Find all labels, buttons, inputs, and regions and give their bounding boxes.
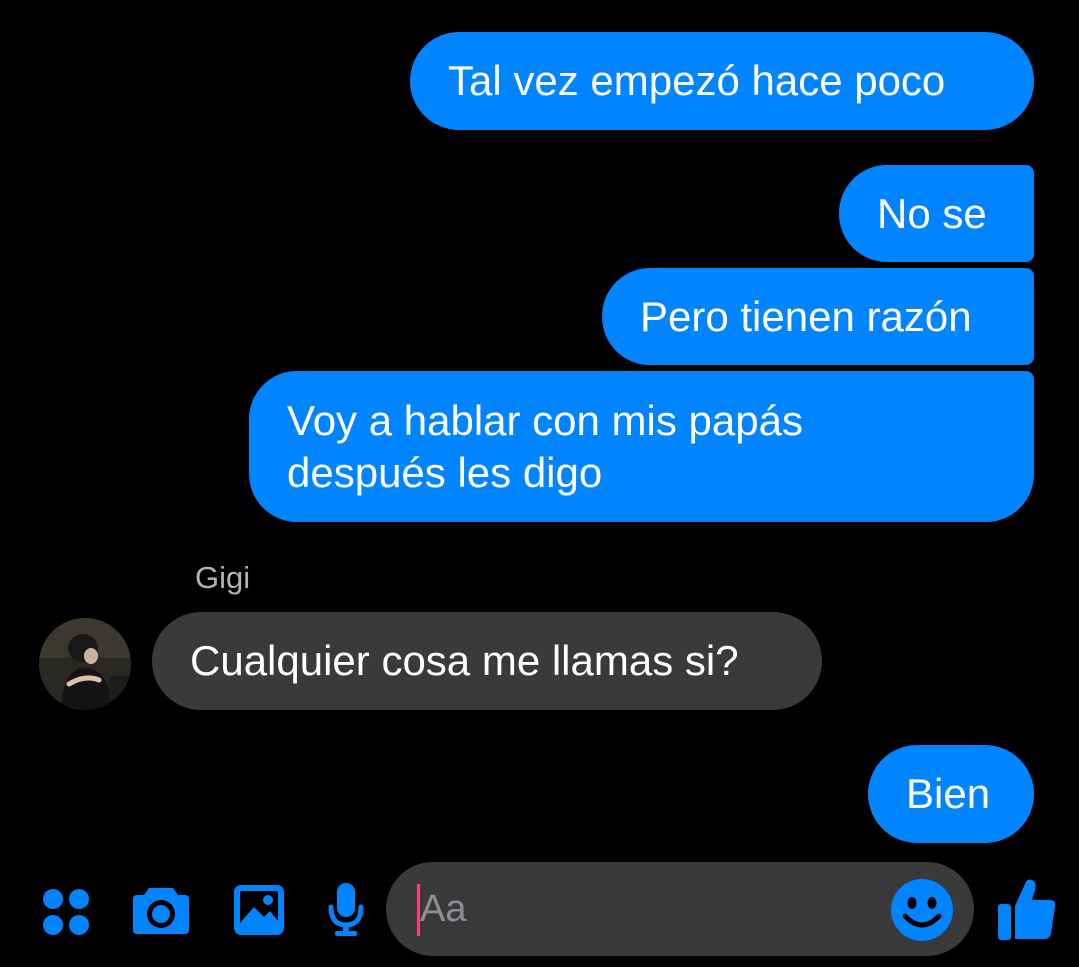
message-bubble-incoming[interactable]: Cualquier cosa me llamas si?	[152, 612, 822, 710]
chat-screen: Tal vez empezó hace poco No se Pero tien…	[0, 0, 1079, 967]
message-bubble-outgoing[interactable]: No se	[839, 165, 1034, 262]
message-input-placeholder: Aa	[420, 888, 467, 930]
gallery-icon[interactable]	[232, 883, 286, 937]
message-text: No se	[877, 189, 987, 237]
sender-name: Gigi	[195, 560, 251, 595]
message-text: Pero tienen razón	[640, 292, 972, 340]
avatar[interactable]	[39, 618, 131, 710]
message-bubble-outgoing[interactable]: Tal vez empezó hace poco	[410, 32, 1034, 130]
thumbs-up-icon[interactable]	[996, 876, 1058, 942]
message-bubble-outgoing[interactable]: Pero tienen razón	[602, 268, 1034, 365]
message-text: Cualquier cosa me llamas si?	[190, 637, 739, 684]
message-input[interactable]	[386, 862, 974, 956]
message-text: Tal vez empezó hace poco	[448, 57, 946, 104]
message-text: Voy a hablar con mis papás después les d…	[287, 395, 803, 499]
message-bubble-outgoing[interactable]: Bien	[868, 745, 1034, 843]
avatar-photo	[39, 618, 131, 710]
message-text: Bien	[906, 770, 991, 817]
apps-icon[interactable]	[41, 887, 91, 937]
message-bubble-outgoing[interactable]: Voy a hablar con mis papás después les d…	[249, 371, 1034, 522]
message-line: Voy a hablar con mis papás	[287, 396, 803, 444]
message-line: después les digo	[287, 448, 603, 496]
microphone-icon[interactable]	[326, 881, 366, 939]
camera-icon[interactable]	[131, 884, 191, 936]
emoji-icon[interactable]	[890, 878, 954, 942]
